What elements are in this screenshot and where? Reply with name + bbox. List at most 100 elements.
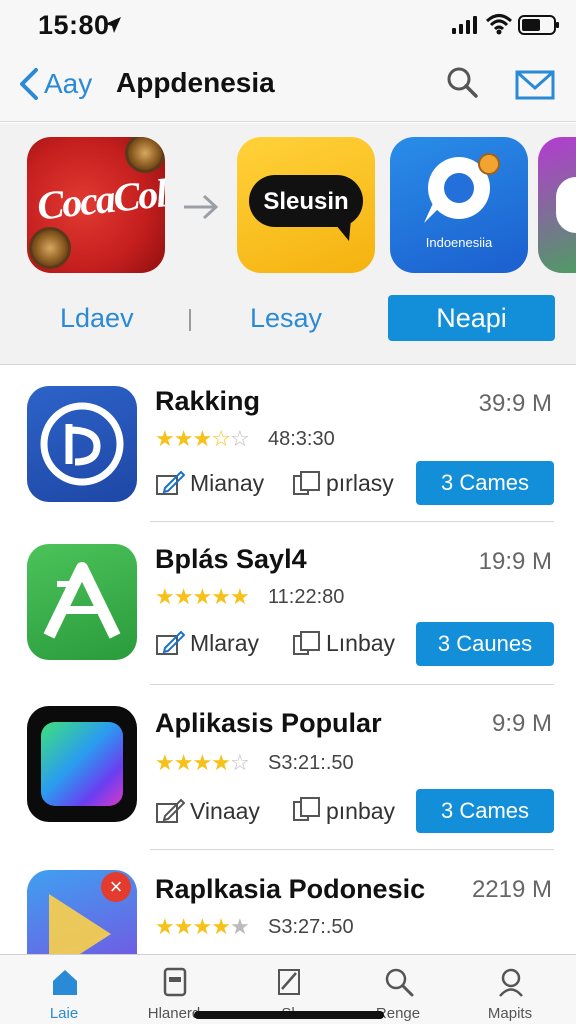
tab-label: Mapits — [487, 1005, 533, 1022]
rating-stars: ★★★☆☆ — [155, 426, 250, 451]
get-button[interactable]: 3 Cames — [416, 789, 554, 833]
app-time: S3:27:.50 — [268, 916, 354, 938]
app-size: 19:9 M — [478, 548, 552, 575]
app-icon[interactable] — [27, 386, 137, 502]
rating-stars: ★★★★★ — [155, 914, 250, 939]
app-size: 2219 M — [471, 876, 552, 903]
mail-icon[interactable] — [514, 66, 556, 102]
action-label[interactable]: Mlaray — [190, 630, 259, 657]
app-name: Bplás Sayl4 — [155, 544, 307, 574]
app-time: 48:3:30 — [268, 428, 335, 450]
tab-label: Laie — [49, 1005, 79, 1022]
featured-label[interactable]: Lesay — [250, 303, 322, 334]
app-name: Raplkasia Podonesic — [155, 874, 426, 904]
status-time: 15:80 — [38, 10, 110, 40]
action-label[interactable]: Vinaay — [190, 798, 260, 825]
tile-brand-text: CocaCola — [35, 168, 165, 229]
tab-maps[interactable]: Mapits — [460, 955, 560, 1024]
get-button[interactable]: 3 Caunes — [416, 622, 554, 666]
home-icon — [53, 970, 77, 995]
gradient-square-icon — [41, 722, 123, 806]
star-empty-icon: ☆ — [229, 426, 250, 451]
rating-stars: ★★★★☆ — [155, 750, 250, 775]
nav-bar: Aay Appdenesia — [0, 52, 576, 122]
page-title: Appdenesia — [116, 67, 275, 98]
rating-stars: ★★★★★ — [155, 584, 250, 609]
star-icon: ★ — [192, 914, 213, 939]
app-time: S3:21:.50 — [268, 752, 354, 774]
profile-search-icon — [499, 968, 523, 997]
battery-icon — [518, 15, 559, 35]
star-icon: ★ — [155, 584, 175, 609]
app-icon[interactable] — [27, 544, 137, 660]
action-label[interactable]: Lınbay — [326, 630, 395, 657]
document-icon — [163, 967, 187, 997]
play-triangle-icon — [49, 894, 111, 954]
star-icon: ★ — [173, 914, 194, 939]
copy-icon[interactable] — [292, 796, 322, 822]
star-half-icon: ★ — [211, 914, 231, 939]
copy-icon[interactable] — [292, 470, 322, 496]
home-indicator[interactable] — [194, 1011, 384, 1019]
action-label[interactable]: pırlasy — [326, 470, 394, 497]
app-name: Aplikasis Popular — [155, 708, 382, 738]
star-icon: ★ — [192, 426, 213, 451]
featured-button[interactable]: Neapi — [388, 295, 555, 341]
close-badge-icon: × — [101, 872, 131, 902]
arrow-right-icon — [184, 194, 219, 220]
star-half-icon: ☆ — [211, 426, 231, 451]
list-item[interactable]: Bplás Sayl4 19:9 M ★★★★★ 11:22:80 Mlaray… — [0, 526, 576, 690]
signal-icon — [452, 16, 477, 34]
featured-app-tile-partial[interactable] — [538, 137, 576, 273]
star-icon: ★ — [173, 584, 194, 609]
edit-icon[interactable] — [155, 798, 185, 824]
location-arrow-icon — [105, 17, 121, 33]
divider — [189, 309, 191, 331]
get-button[interactable]: 3 Cames — [416, 461, 554, 505]
gear-icon — [29, 227, 71, 269]
edit-icon[interactable] — [155, 470, 185, 496]
app-time: 11:22:80 — [268, 586, 345, 608]
app-icon[interactable] — [27, 706, 137, 822]
search-icon — [385, 968, 414, 997]
app-name: Rakking — [155, 386, 261, 416]
list-item[interactable]: × Raplkasia Podonesic 2219 M ★★★★★ S3:27… — [0, 858, 576, 954]
app-size: 9:9 M — [491, 710, 552, 737]
chat-tail — [424, 201, 446, 223]
action-label[interactable]: Mianay — [190, 470, 264, 497]
featured-carousel: CocaCola Sleusin Indoenesiia Ldaev Lesay… — [0, 123, 576, 365]
star-icon: ★ — [155, 750, 175, 775]
tab-home[interactable]: Laie — [14, 955, 114, 1024]
star-icon: ★ — [211, 584, 231, 609]
copy-icon[interactable] — [292, 630, 322, 656]
star-icon: ★ — [192, 584, 213, 609]
featured-app-tile-coca-cola[interactable]: CocaCola — [27, 137, 165, 273]
featured-app-tile-sleusin[interactable]: Sleusin — [237, 137, 375, 273]
action-label[interactable]: pınbay — [326, 798, 395, 825]
divider — [150, 521, 554, 522]
star-empty-icon: ☆ — [229, 750, 250, 775]
bubble-tail — [331, 219, 351, 241]
list-item[interactable]: Aplikasis Popular 9:9 M ★★★★☆ S3:21:.50 … — [0, 690, 576, 854]
list-item[interactable]: Rakking 39:9 M ★★★☆☆ 48:3:30 Mianay pırl… — [0, 366, 576, 530]
wifi-icon — [486, 14, 512, 35]
status-bar: 15:80 — [0, 0, 576, 52]
gear-icon — [125, 137, 165, 173]
star-icon: ★ — [173, 426, 194, 451]
chevron-left-icon[interactable] — [16, 66, 40, 102]
star-half-icon: ★ — [229, 584, 250, 609]
back-button[interactable]: Aay — [44, 68, 92, 100]
app-size: 39:9 M — [478, 390, 552, 417]
edit-icon[interactable] — [155, 630, 185, 656]
chat-hole — [444, 173, 474, 203]
featured-app-tile-indonesia[interactable]: Indoenesiia — [390, 137, 528, 273]
featured-label[interactable]: Ldaev — [60, 303, 134, 334]
search-icon[interactable] — [444, 64, 480, 100]
tile-brand-text: Sleusin — [263, 188, 349, 215]
app-glyph-icon — [556, 177, 576, 233]
pen-icon — [278, 969, 300, 995]
star-icon: ★ — [155, 426, 175, 451]
app-icon[interactable]: × — [27, 870, 137, 954]
star-empty-icon: ★ — [229, 914, 250, 939]
letter-a-icon — [43, 562, 121, 639]
